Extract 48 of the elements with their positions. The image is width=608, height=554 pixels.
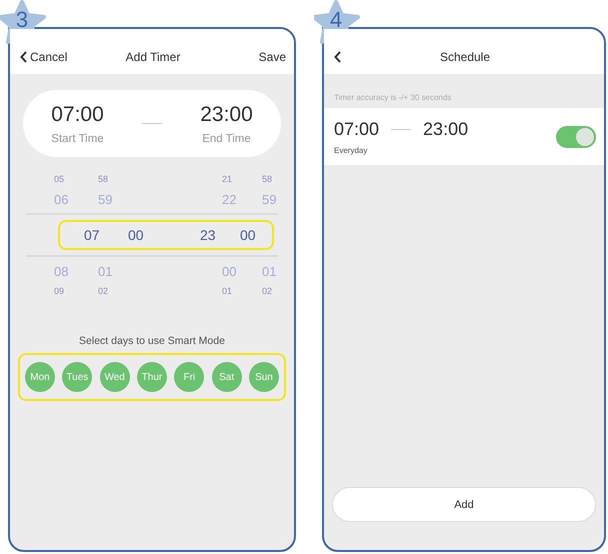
picker-value: 23 xyxy=(200,227,217,243)
step-number: 3 xyxy=(14,6,30,34)
picker-value: 59 xyxy=(262,192,278,206)
day-toggle[interactable]: Wed xyxy=(100,362,130,392)
day-toggle[interactable]: Sat xyxy=(212,362,242,392)
picker-value: 00 xyxy=(240,227,257,243)
screen-title: Schedule xyxy=(440,50,490,64)
day-toggle[interactable]: Fri xyxy=(174,362,204,392)
picker-value: 00 xyxy=(128,227,145,243)
picker-value: 02 xyxy=(98,286,110,296)
picker-value: 01 xyxy=(98,264,114,278)
picker-value: 02 xyxy=(262,286,274,296)
day-toggle[interactable]: Mon xyxy=(25,362,55,392)
picker-value: 21 xyxy=(222,174,234,184)
start-time-label: Start Time xyxy=(51,132,104,144)
selected-time-row[interactable]: 07 00 23 00 xyxy=(58,220,274,250)
back-chevron-icon xyxy=(334,51,342,63)
days-prompt: Select days to use Smart Mode xyxy=(78,335,226,347)
day-toggle[interactable]: Thur xyxy=(136,362,167,392)
day-toggle[interactable]: Sun xyxy=(248,362,279,392)
cancel-button[interactable]: Cancel xyxy=(20,50,68,64)
timer-end: 23:00 xyxy=(423,118,468,140)
picker-value: 08 xyxy=(54,264,70,278)
back-chevron-icon xyxy=(20,51,28,63)
end-time-label: End Time xyxy=(202,132,251,144)
picker-value: 05 xyxy=(54,174,66,184)
day-toggle[interactable]: Tues xyxy=(62,362,92,392)
picker-value: 00 xyxy=(222,264,238,278)
start-time: 07:00 xyxy=(51,102,104,126)
picker-value: 58 xyxy=(262,174,274,184)
picker-value: 07 xyxy=(84,227,101,243)
timer-repeat: Everyday xyxy=(334,146,368,154)
timer-switch[interactable] xyxy=(556,126,596,148)
picker-value: 58 xyxy=(98,174,110,184)
picker-value: 06 xyxy=(54,192,70,206)
step-number: 4 xyxy=(328,6,344,34)
back-button[interactable] xyxy=(334,51,342,63)
accuracy-note: Timer accuracy is -/+ 30 seconds xyxy=(333,92,452,104)
screen-title: Add Timer xyxy=(126,50,180,64)
save-button[interactable]: Save xyxy=(258,50,286,64)
end-time: 23:00 xyxy=(200,102,253,126)
picker-value: 59 xyxy=(98,192,114,206)
picker-value: 01 xyxy=(222,286,234,296)
picker-value: 09 xyxy=(54,286,66,296)
timer-start: 07:00 xyxy=(334,118,380,140)
picker-value: 22 xyxy=(222,192,238,206)
add-button[interactable]: Add xyxy=(332,487,596,522)
picker-value: 01 xyxy=(262,264,278,278)
